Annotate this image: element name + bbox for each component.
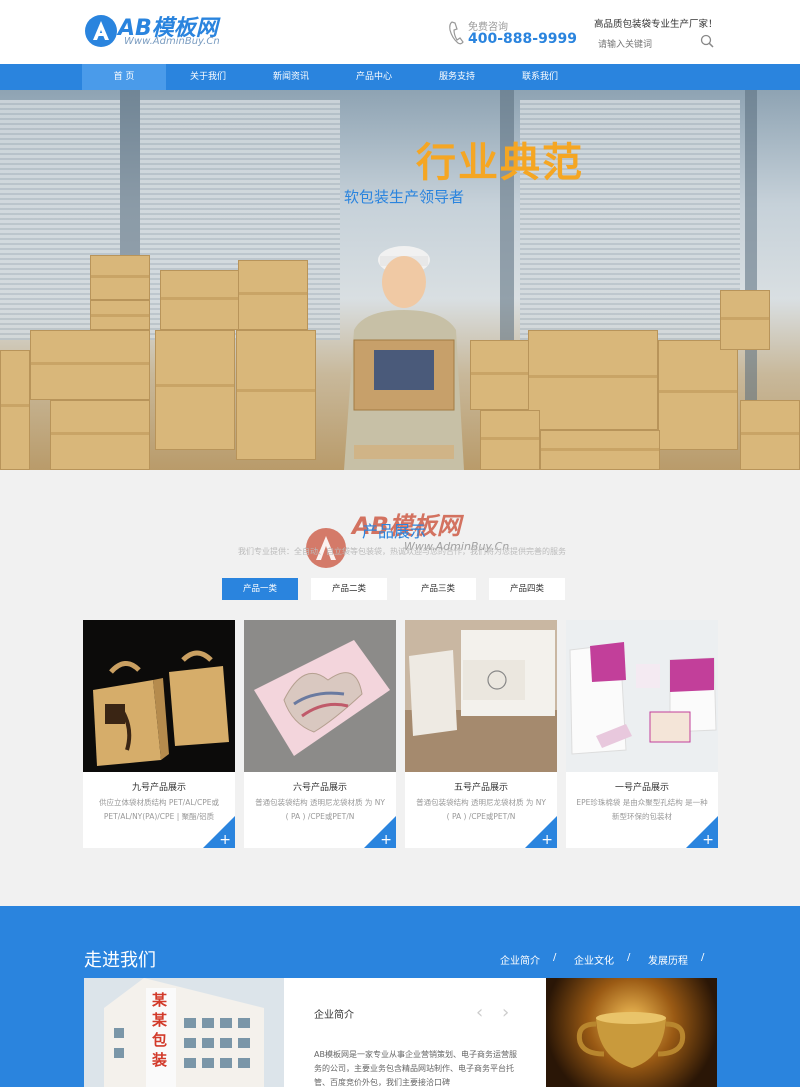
cardboard-box xyxy=(540,430,660,470)
hotline-number: 400-888-9999 xyxy=(468,31,578,47)
nav-news[interactable]: 新闻资讯 xyxy=(249,64,333,90)
search-icon[interactable] xyxy=(700,34,714,48)
cardboard-box xyxy=(528,330,658,430)
tab-category-2[interactable]: 产品二类 xyxy=(311,578,387,600)
header: AB模板网 Www.AdminBuy.Cn 免费咨询 400-888-9999 … xyxy=(0,0,800,64)
nav-home[interactable]: 首 页 xyxy=(82,64,166,90)
search-input[interactable] xyxy=(594,36,694,54)
banner-title: 行业典范 xyxy=(416,140,584,186)
next-arrow-icon[interactable]: › xyxy=(502,1002,509,1023)
page: AB模板网 Www.AdminBuy.Cn 免费咨询 400-888-9999 … xyxy=(0,0,800,1087)
prev-arrow-icon[interactable]: ‹ xyxy=(476,1002,483,1023)
nav-about[interactable]: 关于我们 xyxy=(166,64,250,90)
product-title: 一号产品展示 xyxy=(614,783,669,793)
cardboard-box xyxy=(155,330,235,450)
tab-category-4[interactable]: 产品四类 xyxy=(489,578,565,600)
products-description: 我们专业提供：全自动、自立袋等包装袋，热诚欢迎与您的合作，我们将为您提供完善的服… xyxy=(238,547,566,556)
cardboard-box xyxy=(0,350,30,470)
product-image xyxy=(83,620,235,772)
separator: / xyxy=(701,952,705,963)
nav-contact[interactable]: 联系我们 xyxy=(498,64,582,90)
delivery-worker-image xyxy=(344,246,464,470)
cardboard-box xyxy=(236,330,316,460)
cardboard-box xyxy=(720,290,770,350)
tab-category-3[interactable]: 产品三类 xyxy=(400,578,476,600)
cardboard-box xyxy=(90,300,150,330)
about-panel: 企业简介 ‹ › AB模板网是一家专业从事企业营销策划、电子商务运营服务的公司，… xyxy=(284,978,546,1087)
plus-icon[interactable]: + xyxy=(702,833,714,847)
product-image xyxy=(405,620,557,772)
product-title: 六号产品展示 xyxy=(292,783,347,793)
product-title: 五号产品展示 xyxy=(453,783,508,793)
cardboard-box xyxy=(658,340,738,450)
slogan: 高品质包装袋专业生产厂家！ xyxy=(594,19,718,30)
logo-icon xyxy=(85,15,117,47)
cardboard-box xyxy=(90,255,150,300)
cardboard-box xyxy=(160,270,240,330)
hotline: 免费咨询 400-888-9999 xyxy=(448,18,578,50)
nav-products[interactable]: 产品中心 xyxy=(332,64,416,90)
product-image xyxy=(566,620,718,772)
product-card[interactable]: 九号产品展示 供应立体袋材质结构 PET/AL/CPE或 PET/AL/NY(P… xyxy=(83,620,235,848)
trophy-image xyxy=(546,978,717,1087)
products-title: 产品展示 xyxy=(362,522,427,541)
logo[interactable]: AB模板网 Www.AdminBuy.Cn xyxy=(84,12,244,52)
cardboard-box xyxy=(740,400,800,470)
product-card[interactable]: 五号产品展示 普通包装袋结构 透明尼龙袋材质 为 NY ( PA ) /CPE或… xyxy=(405,620,557,848)
tab-category-1[interactable]: 产品一类 xyxy=(222,578,298,600)
plus-icon[interactable]: + xyxy=(219,833,231,847)
nav-service[interactable]: 服务支持 xyxy=(415,64,499,90)
plus-icon[interactable]: + xyxy=(380,833,392,847)
about-link-intro[interactable]: 企业简介 xyxy=(500,952,540,967)
product-image xyxy=(244,620,396,772)
cardboard-box xyxy=(238,260,308,330)
cardboard-box xyxy=(50,400,150,470)
cardboard-box xyxy=(30,330,150,400)
cardboard-box xyxy=(480,410,540,470)
phone-icon xyxy=(449,21,464,45)
logo-subtitle: Www.AdminBuy.Cn xyxy=(124,36,220,47)
about-link-culture[interactable]: 企业文化 xyxy=(574,952,614,967)
plus-icon[interactable]: + xyxy=(541,833,553,847)
search-box xyxy=(594,32,718,54)
product-title: 九号产品展示 xyxy=(131,783,186,793)
cardboard-box xyxy=(470,340,530,410)
about-link-history[interactable]: 发展历程 xyxy=(648,952,688,967)
product-card[interactable]: 一号产品展示 EPE珍珠棉袋 是由众聚型孔结构 是一种 新型环保的包装材 + xyxy=(566,620,718,848)
separator: / xyxy=(627,952,631,963)
separator: / xyxy=(553,952,557,963)
banner-subtitle: 软包装生产领导者 xyxy=(344,188,465,206)
main-nav: 首 页 关于我们 新闻资讯 产品中心 服务支持 联系我们 xyxy=(0,64,800,90)
about-title: 走进我们 xyxy=(84,950,156,971)
company-building-image: 某某包装 xyxy=(84,978,284,1087)
building-sign: 某某包装 xyxy=(152,991,168,1069)
about-panel-title: 企业简介 xyxy=(314,1010,354,1021)
product-card[interactable]: 六号产品展示 普通包装袋结构 透明尼龙袋材质 为 NY ( PA ) /CPE或… xyxy=(244,620,396,848)
about-section: 走进我们 企业简介 / 企业文化 / 发展历程 / 某某包装 企业简介 ‹ › … xyxy=(0,906,800,1087)
hero-banner[interactable]: 行业典范 软包装生产领导者 xyxy=(0,90,800,470)
about-panel-body: AB模板网是一家专业从事企业营销策划、电子商务运营服务的公司，主要业务包含精品网… xyxy=(314,1050,517,1087)
